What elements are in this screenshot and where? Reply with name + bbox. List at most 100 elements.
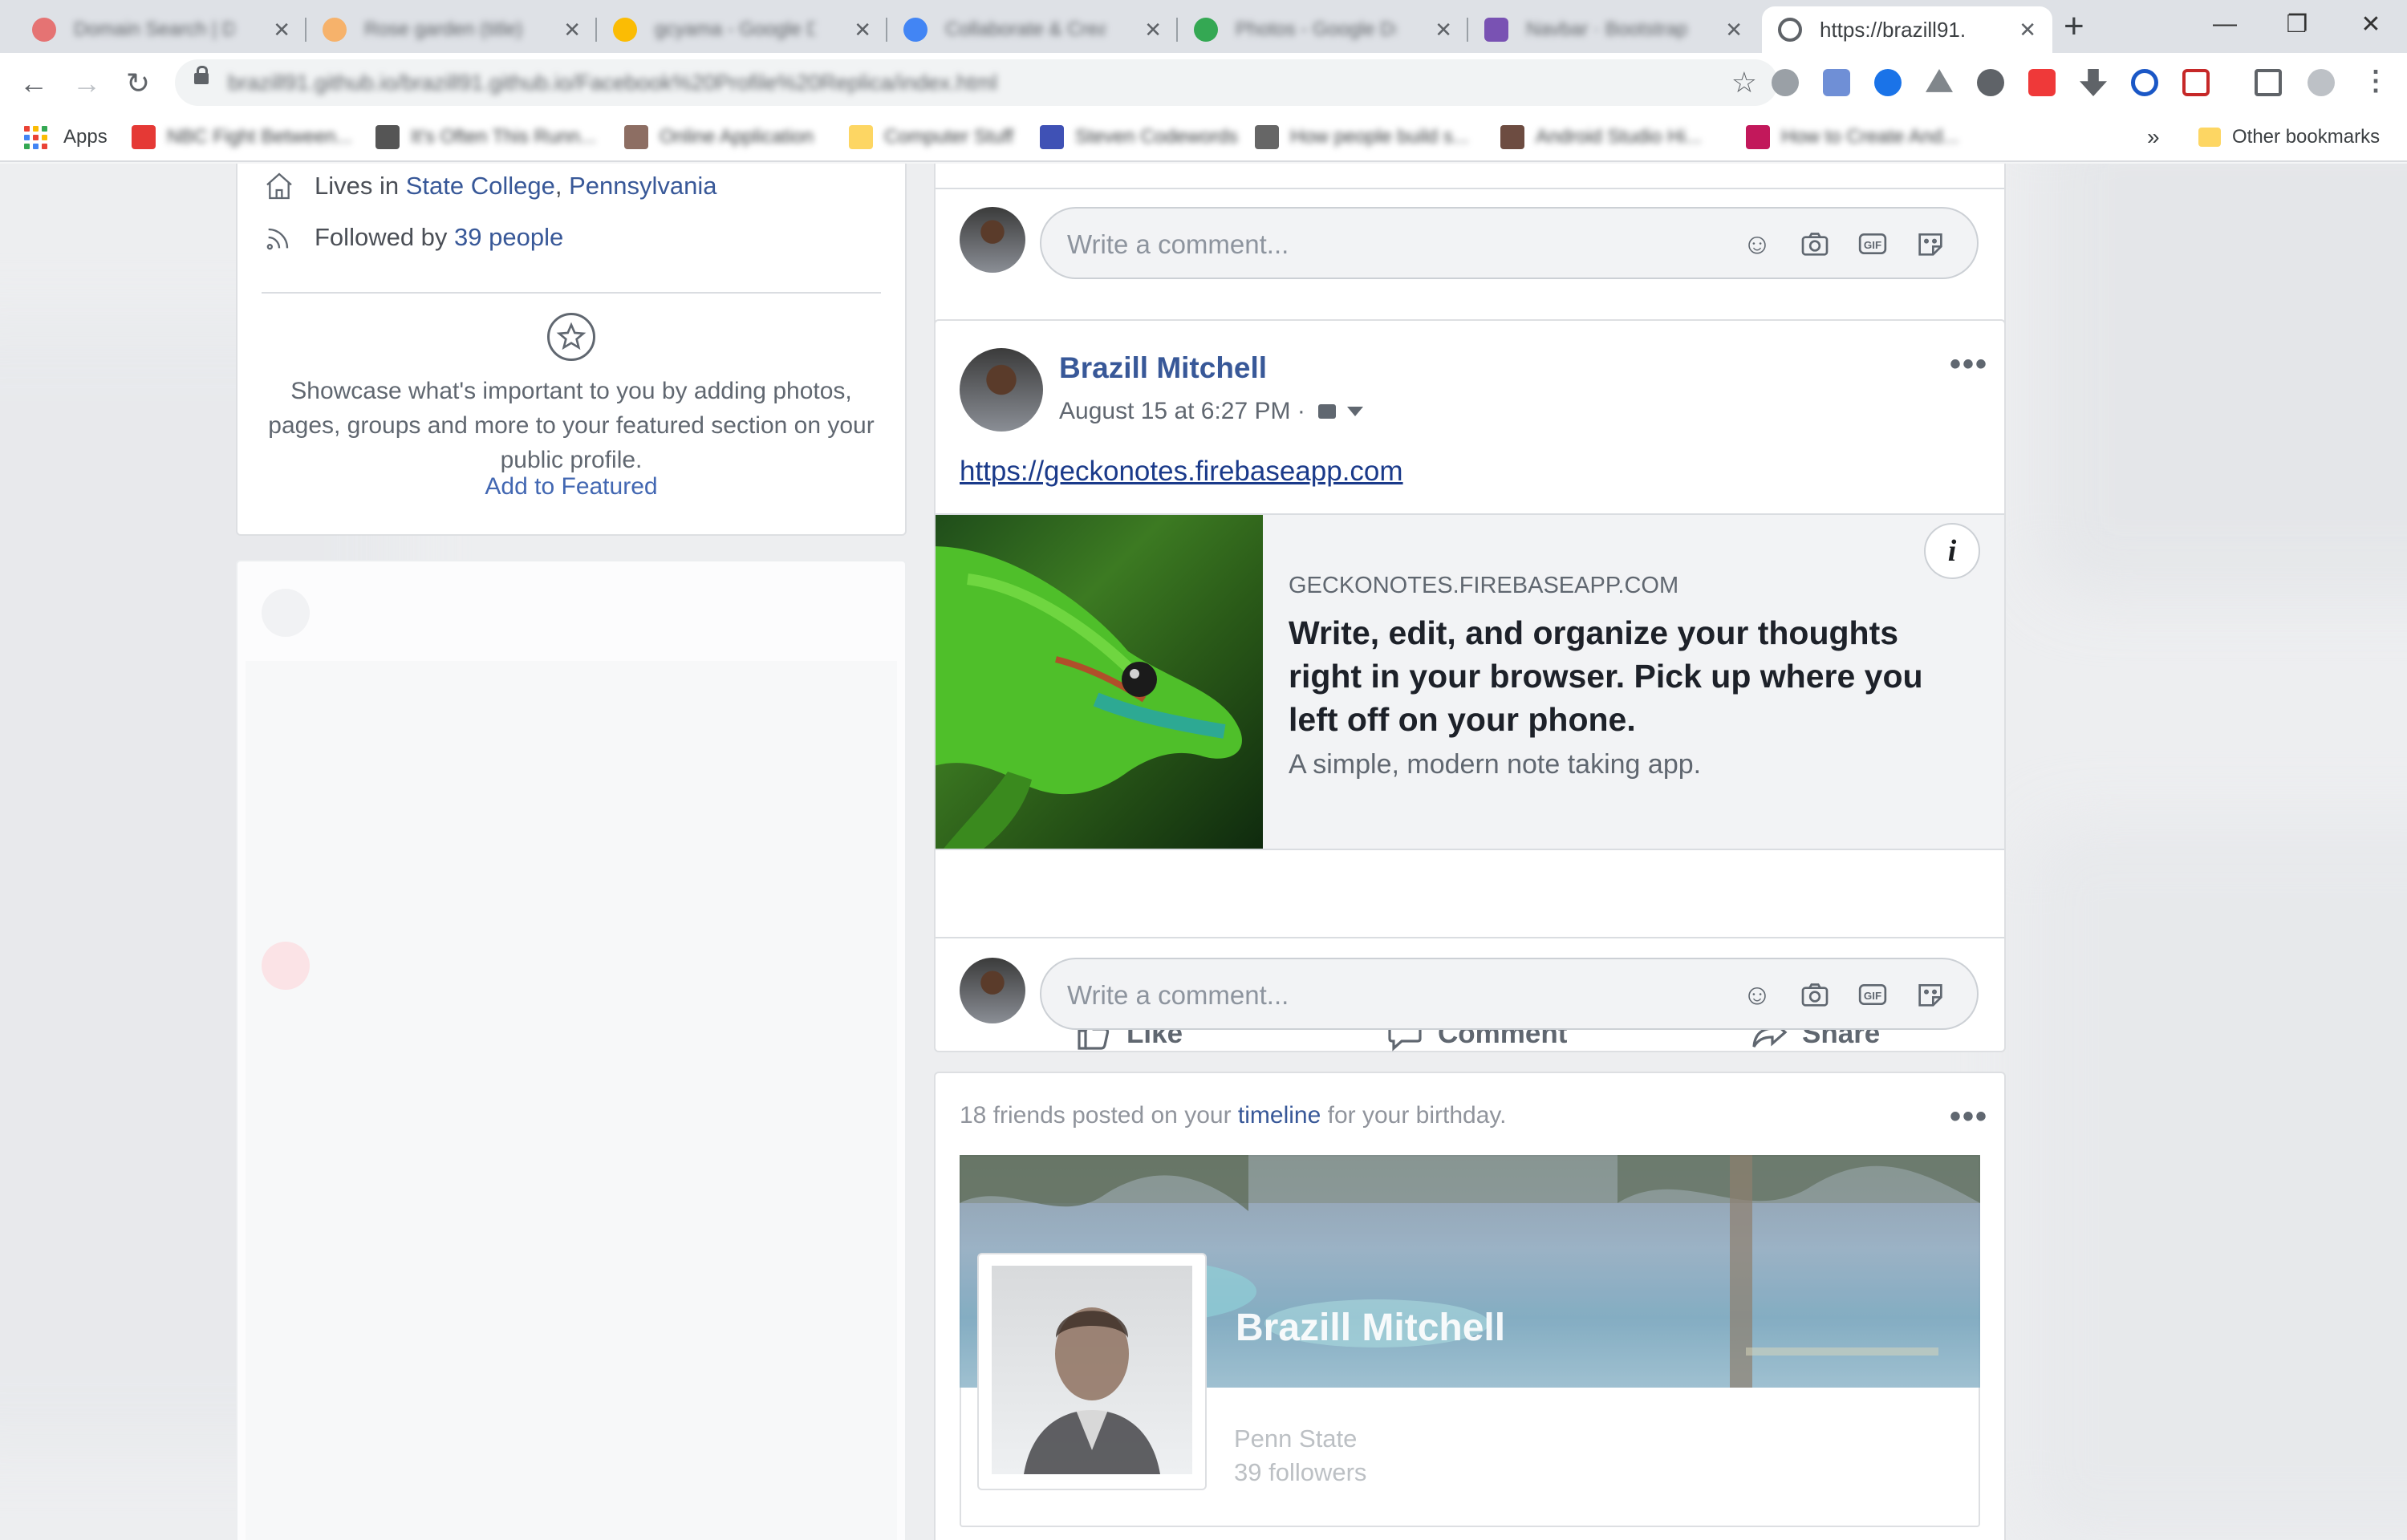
folder-icon	[2198, 128, 2221, 147]
close-tab-icon[interactable]: ✕	[854, 18, 871, 43]
camera-icon[interactable]	[1797, 977, 1833, 1012]
minimize-button[interactable]: —	[2189, 0, 2261, 48]
apps-bookmark[interactable]: Apps	[24, 124, 108, 151]
profile-icon[interactable]	[2308, 69, 2335, 96]
tab-favicon-icon	[613, 18, 637, 42]
cast-icon[interactable]	[2255, 69, 2282, 96]
divider	[936, 937, 2004, 938]
post-options-button[interactable]: •••	[1950, 346, 1988, 383]
post-link[interactable]: https://geckonotes.firebaseapp.com	[960, 456, 1403, 488]
add-to-featured-link[interactable]: Add to Featured	[268, 473, 875, 500]
faded-avatar	[262, 589, 310, 637]
browser-toolbar: ← → ↻ brazill91.github.io/brazill91.gith…	[0, 53, 2407, 112]
bookmark-favicon-icon	[1746, 125, 1770, 149]
svg-text:GIF: GIF	[1864, 239, 1881, 251]
browser-tab[interactable]: Domain Search | Do... ✕	[16, 6, 306, 53]
home-icon	[262, 168, 297, 204]
state-link[interactable]: Pennsylvania	[569, 172, 716, 201]
close-window-button[interactable]: ✕	[2335, 0, 2407, 48]
emoji-icon[interactable]: ☺	[1739, 977, 1775, 1012]
faded-avatar	[262, 942, 310, 990]
bookmark-item[interactable]: It's Often This Runn...	[375, 124, 596, 151]
new-tab-button[interactable]: +	[2064, 6, 2084, 47]
avatar	[960, 207, 1025, 273]
tab-title: Domain Search | Do...	[74, 18, 234, 40]
background-blur	[2022, 821, 2407, 1540]
close-tab-icon[interactable]: ✕	[563, 18, 581, 43]
bookmark-favicon-icon	[1500, 125, 1524, 149]
browser-tab[interactable]: Navbar · Bootstrap ✕	[1468, 6, 1759, 53]
download-icon[interactable]	[2080, 69, 2107, 96]
bookmark-item[interactable]: Online Application	[624, 124, 814, 151]
camera-icon[interactable]	[1797, 226, 1833, 261]
divider	[262, 292, 881, 294]
post-author-name[interactable]: Brazill Mitchell	[1059, 351, 1267, 385]
back-icon[interactable]: ←	[16, 66, 51, 101]
emoji-icon[interactable]: ☺	[1739, 226, 1775, 261]
close-tab-icon[interactable]: ✕	[1144, 18, 1162, 43]
sticker-icon[interactable]	[1913, 977, 1948, 1012]
forward-icon[interactable]: →	[69, 66, 104, 101]
bookmarks-overflow-button[interactable]: »	[2147, 124, 2160, 151]
followed-prefix: Followed by	[315, 223, 448, 251]
gif-icon[interactable]: GIF	[1855, 977, 1890, 1012]
featured-text: Showcase what's important to you by addi…	[268, 378, 875, 473]
info-icon[interactable]: i	[1924, 523, 1980, 579]
tab-title: Collaborate & Creat...	[945, 18, 1106, 40]
bookmark-item[interactable]: How to Create And...	[1746, 124, 1958, 151]
browser-tab[interactable]: Photos - Google Drive ✕	[1178, 6, 1468, 53]
drive-icon[interactable]	[1926, 69, 1953, 92]
bookmark-label: NBC Fight Between...	[167, 126, 352, 148]
timeline-link[interactable]: timeline	[1238, 1102, 1321, 1129]
address-bar[interactable]: brazill91.github.io/brazill91.github.io/…	[175, 59, 1778, 106]
extension-icon[interactable]	[2182, 69, 2210, 96]
comment-input[interactable]: Write a comment... ☺ GIF	[1040, 958, 1979, 1030]
pocket-icon[interactable]	[2028, 69, 2056, 96]
bookmark-item[interactable]: Computer Stuff	[849, 124, 1013, 151]
followers-link[interactable]: 39 people	[454, 223, 563, 252]
bookmark-label: Computer Stuff	[884, 126, 1013, 148]
divider	[936, 188, 2004, 189]
browser-tab[interactable]: Rose garden (title) ✕	[306, 6, 597, 53]
bookmark-label: How people build s...	[1290, 126, 1469, 148]
bookmark-item[interactable]: How people build s...	[1255, 124, 1469, 151]
reload-icon[interactable]: ↻	[120, 66, 156, 101]
bookmark-item[interactable]: Steven Codewords	[1040, 124, 1238, 151]
profile-photo[interactable]	[992, 1266, 1192, 1474]
extension-icon[interactable]	[1823, 69, 1850, 96]
tab-favicon-icon	[32, 18, 56, 42]
chevron-down-icon[interactable]	[1347, 407, 1364, 416]
profile-name[interactable]: Brazill Mitchell	[1236, 1306, 1505, 1350]
author-avatar[interactable]	[960, 348, 1043, 432]
browser-tab[interactable]: Collaborate & Creat... ✕	[887, 6, 1178, 53]
followed-by-row: Followed by 39 people	[262, 220, 563, 255]
browser-tab[interactable]: gcyama - Google Dr... ✕	[597, 6, 887, 53]
avatar	[960, 958, 1025, 1023]
close-tab-icon[interactable]: ✕	[273, 18, 290, 43]
menu-icon[interactable]: ⋮	[2362, 67, 2389, 96]
comment-input[interactable]: Write a comment... ☺ GIF	[1040, 207, 1979, 279]
close-tab-icon[interactable]: ✕	[2019, 18, 2036, 43]
extension-icon[interactable]	[1874, 69, 1902, 96]
post-timestamp[interactable]: August 15 at 6:27 PM	[1059, 398, 1291, 425]
tab-favicon-icon	[323, 18, 347, 42]
other-bookmarks[interactable]: Other bookmarks	[2198, 124, 2380, 151]
block-icon[interactable]	[2131, 69, 2158, 96]
rss-icon	[262, 220, 297, 255]
close-tab-icon[interactable]: ✕	[1435, 18, 1452, 43]
browser-tab-active[interactable]: https://brazill91.githu ✕	[1762, 6, 2052, 53]
post-meta: August 15 at 6:27 PM ·	[1059, 398, 1364, 425]
profile-school: Penn State	[1234, 1424, 1358, 1453]
birthday-options-button[interactable]: •••	[1950, 1099, 1988, 1135]
gif-icon[interactable]: GIF	[1855, 226, 1890, 261]
privacy-lock-icon[interactable]	[1318, 404, 1337, 419]
extension-icon[interactable]	[1772, 69, 1799, 96]
bookmark-item[interactable]: NBC Fight Between...	[132, 124, 352, 151]
restore-button[interactable]: ❐	[2261, 0, 2333, 48]
close-tab-icon[interactable]: ✕	[1725, 18, 1743, 43]
extension-icon[interactable]	[1977, 69, 2004, 96]
bookmark-star-icon[interactable]: ☆	[1731, 66, 1757, 99]
bookmark-item[interactable]: Android Studio Hi...	[1500, 124, 1702, 151]
city-link[interactable]: State College	[406, 172, 555, 201]
sticker-icon[interactable]	[1913, 226, 1948, 261]
